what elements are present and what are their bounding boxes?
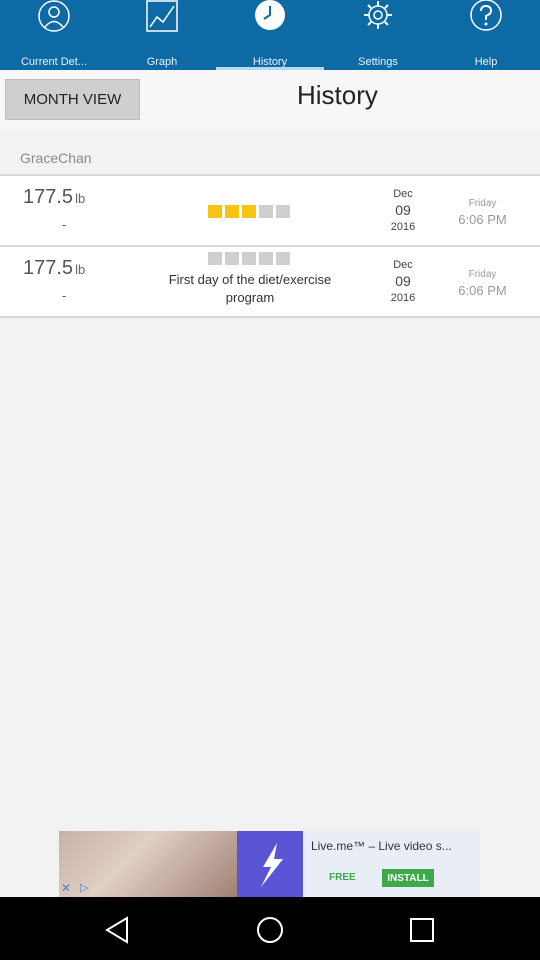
ad-title: Live.me™ – Live video s... [311, 839, 452, 853]
entry-date: Dec 09 2016 [378, 259, 428, 304]
entry-date: Dec 09 2016 [378, 188, 428, 233]
back-icon[interactable] [101, 913, 135, 947]
graph-icon [146, 0, 178, 32]
entry-note: First day of the diet/exercise program [168, 272, 332, 305]
history-header: MONTH VIEW History [0, 70, 540, 129]
entry-weekday: Friday [468, 198, 497, 209]
date-day: 09 [395, 273, 411, 289]
tab-history[interactable]: History [216, 0, 324, 70]
user-name: GraceChan [20, 150, 92, 166]
page-title: History [297, 80, 378, 110]
weight-unit: lb [75, 262, 86, 277]
rating-square [242, 205, 256, 218]
home-icon[interactable] [253, 913, 287, 947]
rating-square [208, 252, 222, 265]
gear-icon [364, 1, 392, 29]
history-entry[interactable]: 177.5 lb - Dec 09 2016 Friday 6:06 PM [0, 174, 540, 247]
weight-number: 177.5 [23, 186, 74, 208]
rating-bar [208, 205, 292, 218]
tab-label: Graph [146, 56, 178, 68]
rating-square [259, 205, 273, 218]
entry-time: Friday 6:06 PM [445, 198, 520, 227]
rating-square [225, 252, 239, 265]
clock-icon [255, 0, 285, 30]
tab-settings[interactable]: Settings [324, 0, 432, 70]
rating-square [276, 205, 290, 218]
date-year: 2016 [390, 292, 416, 304]
date-year: 2016 [390, 221, 416, 233]
entry-time: Friday 6:06 PM [445, 269, 520, 298]
history-list: 177.5 lb - Dec 09 2016 Friday 6:06 PM 177… [0, 174, 540, 318]
rating-square [259, 252, 273, 265]
system-nav-bar [0, 897, 540, 960]
tab-graph[interactable]: Graph [108, 0, 216, 70]
date-day: 09 [395, 202, 411, 218]
history-entry[interactable]: 177.5 lb - First day of the diet/exercise… [0, 247, 540, 318]
month-view-button[interactable]: MONTH VIEW [5, 79, 140, 120]
tab-label: Current Det... [20, 56, 88, 68]
person-icon [38, 0, 70, 32]
rating-bar [208, 252, 292, 265]
ad-install-button[interactable]: INSTALL [382, 869, 434, 887]
tab-label: Help [474, 56, 498, 68]
rating-square [208, 205, 222, 218]
rating-square [276, 252, 290, 265]
entry-clock-time: 6:06 PM [458, 283, 507, 298]
weight-change: - [62, 288, 67, 303]
live-me-logo-icon [237, 831, 303, 897]
entry-clock-time: 6:06 PM [458, 212, 507, 227]
help-icon [470, 0, 502, 31]
weight-number: 177.5 [23, 257, 74, 279]
weight-unit: lb [75, 191, 86, 206]
date-month: Dec [393, 259, 413, 271]
weight-value: 177.5 lb [23, 257, 85, 280]
weight-value: 177.5 lb [23, 186, 85, 209]
date-month: Dec [393, 188, 413, 200]
rating-square [242, 252, 256, 265]
ad-banner[interactable]: Live.me™ – Live video s... FREE INSTALL … [59, 831, 480, 897]
rating-square [225, 205, 239, 218]
tab-help[interactable]: Help [432, 0, 540, 70]
weight-change: - [62, 217, 67, 232]
recent-apps-icon[interactable] [405, 913, 439, 947]
ad-choices-icon[interactable]: ▷ [80, 881, 96, 895]
ad-close-icon[interactable]: ✕ [61, 881, 75, 895]
ad-free-label: FREE [329, 872, 356, 883]
tab-label: Settings [358, 56, 398, 68]
entry-weekday: Friday [468, 269, 497, 280]
tab-current-details[interactable]: Current Det... [0, 0, 108, 70]
top-tab-bar: Current Det... Graph History Settings He… [0, 0, 540, 70]
